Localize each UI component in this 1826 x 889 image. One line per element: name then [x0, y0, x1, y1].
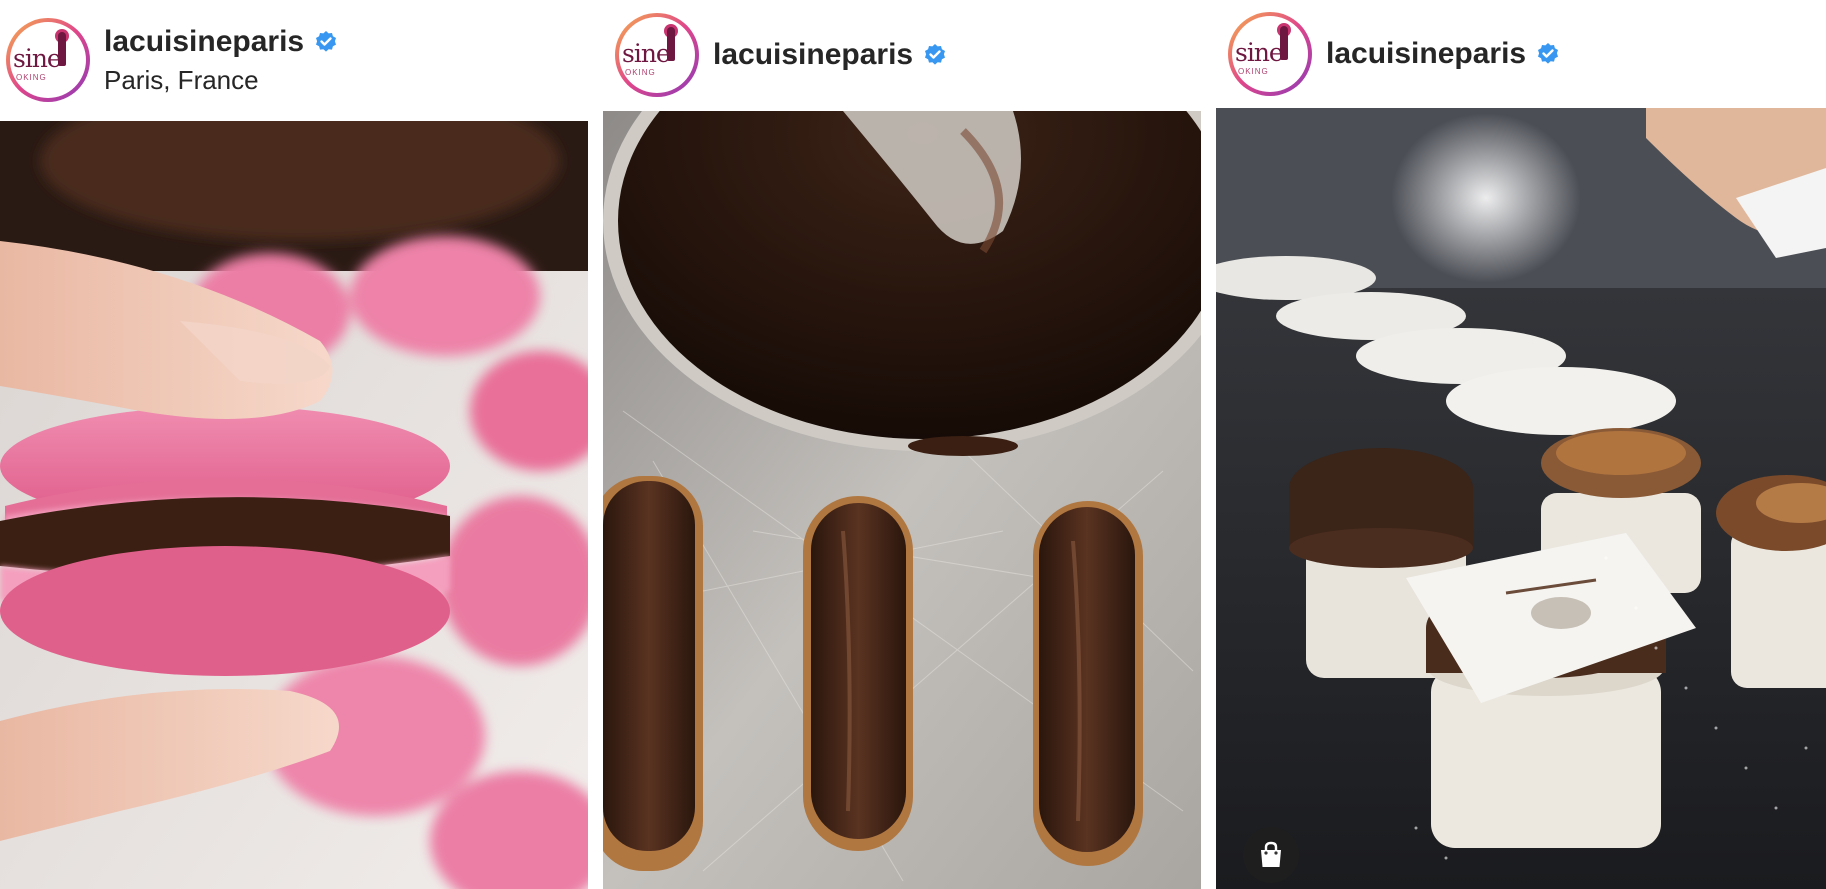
username-row: lacuisineparis [713, 38, 947, 72]
post-meta: lacuisineparis [1326, 37, 1560, 71]
logo-subtext: OKING [1238, 67, 1269, 76]
logo-text: sine [1235, 38, 1284, 67]
username-row: lacuisineparis [1326, 37, 1560, 71]
post-header: sine OKING lacuisineparis [1216, 0, 1826, 108]
logo-subtext: OKING [16, 73, 47, 82]
post-eclairs: sine OKING lacuisineparis [603, 0, 1201, 889]
verified-badge-icon [925, 44, 946, 65]
post-image-macaron[interactable] [0, 121, 588, 889]
logo-subtext: OKING [625, 68, 656, 77]
profile-avatar[interactable]: sine OKING [615, 13, 699, 97]
post-macaron: sine OKING lacuisineparis Paris, France [0, 0, 588, 889]
logo-text: sine [13, 44, 62, 73]
username-link[interactable]: lacuisineparis [713, 38, 913, 72]
brand-logo: sine OKING [10, 22, 86, 98]
logo-text: sine [622, 39, 671, 68]
brand-logo: sine OKING [619, 17, 695, 93]
macaron-photo [0, 121, 588, 889]
verified-badge-icon [1538, 43, 1559, 64]
post-image-souffles[interactable] [1216, 108, 1826, 889]
post-header: sine OKING lacuisineparis Paris, France [0, 0, 588, 120]
username-link[interactable]: lacuisineparis [104, 25, 304, 59]
shopping-bag-icon [1261, 841, 1281, 867]
post-meta: lacuisineparis [713, 38, 947, 72]
post-souffles: sine OKING lacuisineparis [1216, 0, 1826, 889]
post-image-eclairs[interactable] [603, 111, 1201, 889]
username-row: lacuisineparis [104, 25, 338, 59]
brand-logo: sine OKING [1232, 16, 1308, 92]
profile-avatar[interactable]: sine OKING [1228, 12, 1312, 96]
post-meta: lacuisineparis Paris, France [104, 25, 338, 96]
location-link[interactable]: Paris, France [104, 65, 338, 96]
verified-badge-icon [316, 30, 337, 52]
eclairs-photo [603, 111, 1201, 889]
souffles-photo [1216, 108, 1826, 889]
post-header: sine OKING lacuisineparis [603, 0, 1201, 110]
username-link[interactable]: lacuisineparis [1326, 37, 1526, 71]
profile-avatar[interactable]: sine OKING [6, 18, 90, 102]
shopping-tag-button[interactable] [1243, 827, 1299, 883]
